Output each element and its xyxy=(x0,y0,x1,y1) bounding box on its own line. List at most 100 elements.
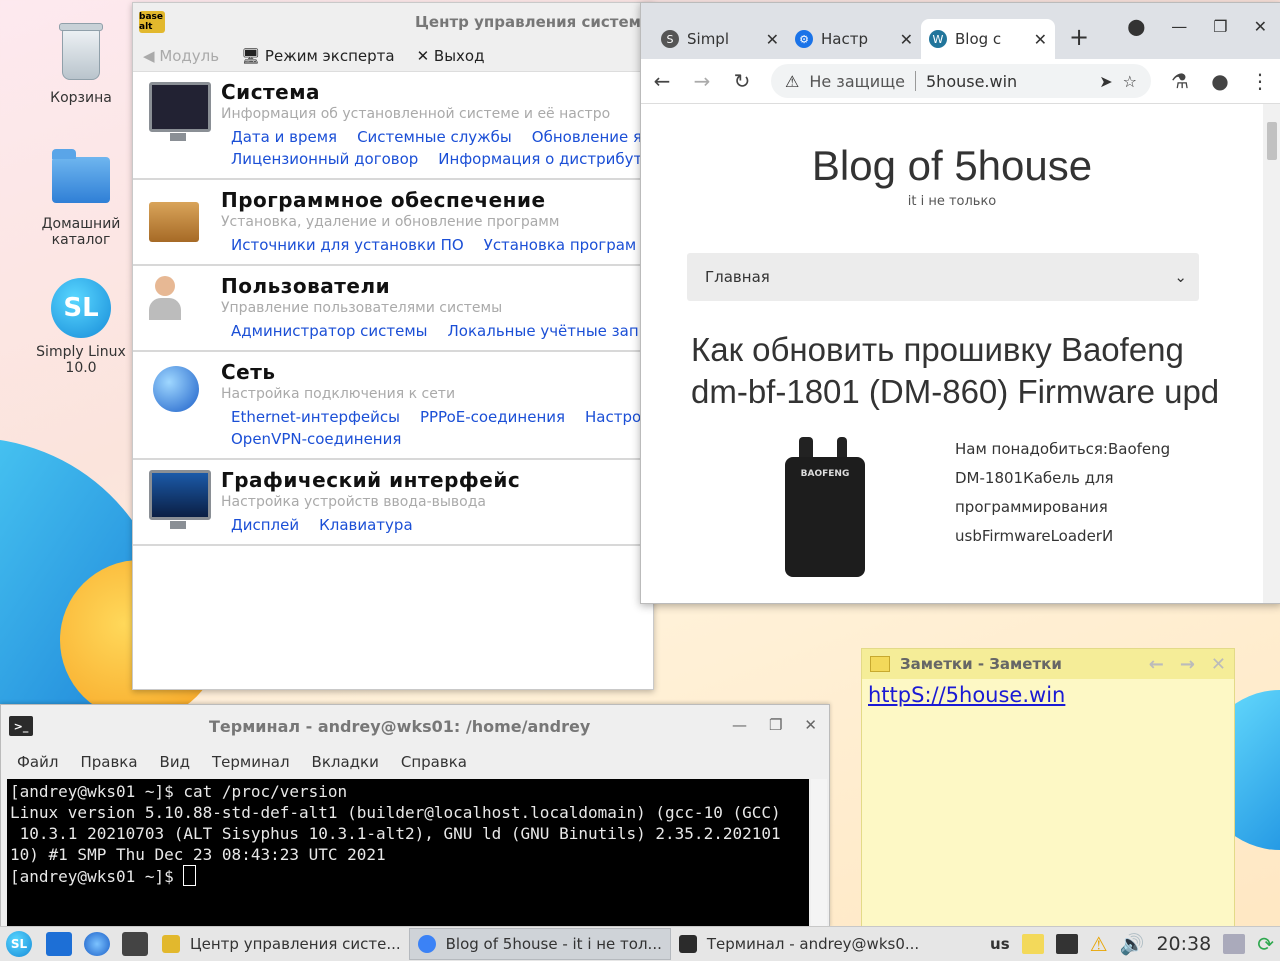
close-tab-icon[interactable]: ✕ xyxy=(766,30,779,49)
restore-icon[interactable]: ❐ xyxy=(1213,17,1227,36)
restore-icon[interactable]: ❐ xyxy=(769,716,782,734)
link-ethernet[interactable]: Ethernet-интерфейсы xyxy=(231,408,400,426)
back-arrow-icon[interactable]: ← xyxy=(651,69,673,93)
next-arrow-icon[interactable]: → xyxy=(1180,654,1195,675)
note-link[interactable]: httpS://5house.win xyxy=(862,679,1234,711)
terminal-titlebar[interactable]: >_ Терминал - andrey@wks01: /home/andrey… xyxy=(1,705,829,747)
extensions-icon[interactable]: ⚗ xyxy=(1169,69,1191,93)
menu-help[interactable]: Справка xyxy=(401,753,467,771)
module-button[interactable]: ◀ Модуль xyxy=(143,47,219,65)
desktop-icon-trash[interactable]: Корзина xyxy=(26,23,136,106)
section-title[interactable]: Система xyxy=(221,80,653,104)
terminal-output[interactable]: [andrey@wks01 ~]$ cat /proc/version Linux… xyxy=(7,779,809,927)
tab-search-icon[interactable]: ⬤ xyxy=(1127,17,1145,36)
link-system-admin[interactable]: Администратор системы xyxy=(231,322,428,340)
url-text[interactable]: 5house.win xyxy=(926,72,1017,91)
notes-titlebar[interactable]: Заметки - Заметки ← → ✕ xyxy=(862,649,1234,679)
section-title[interactable]: Программное обеспечение xyxy=(221,188,636,212)
minimize-icon[interactable]: — xyxy=(732,716,747,734)
browser-tab-strip: S Simpl ✕ ⚙ Настр ✕ W Blog c ✕ + ⬤ — ❐ ✕ xyxy=(641,3,1280,59)
tab-label: Simpl xyxy=(687,30,729,48)
terminal-scrollbar[interactable] xyxy=(811,779,827,927)
close-tab-icon[interactable]: ✕ xyxy=(900,30,913,49)
minimize-icon[interactable]: — xyxy=(1171,17,1187,36)
network-icon[interactable] xyxy=(1055,934,1078,954)
link-display[interactable]: Дисплей xyxy=(231,516,299,534)
task-terminal[interactable]: Терминал - andrey@wks0... xyxy=(671,929,927,959)
desktop-icon-simply-linux[interactable]: SL Simply Linux 10.0 xyxy=(26,278,136,376)
volume-icon[interactable]: 🔊 xyxy=(1120,932,1145,956)
menu-file[interactable]: Файл xyxy=(17,753,58,771)
browser-launcher-icon[interactable] xyxy=(84,932,110,956)
close-icon[interactable]: ✕ xyxy=(804,716,817,734)
desktop-icon-home[interactable]: Домашний каталог xyxy=(26,149,136,248)
link-system-services[interactable]: Системные службы xyxy=(357,128,512,146)
post-line: usbFirmwareLoaderИ xyxy=(955,527,1114,545)
menu-view[interactable]: Вид xyxy=(160,753,190,771)
tab-simply[interactable]: S Simpl ✕ xyxy=(653,19,787,59)
section-title[interactable]: Графический интерфейс xyxy=(221,468,520,492)
close-icon[interactable]: ✕ xyxy=(1254,17,1267,36)
site-subtitle: it і не только xyxy=(907,194,997,209)
close-icon[interactable]: ✕ xyxy=(1211,654,1226,675)
page-scrollbar[interactable] xyxy=(1263,104,1280,603)
link-install-programs[interactable]: Установка програм xyxy=(484,236,637,254)
start-menu-button[interactable]: SL xyxy=(6,931,32,957)
terminal-line: 10) #1 SMP Thu Dec 23 08:43:23 UTC 2021 xyxy=(10,845,386,864)
menu-tabs[interactable]: Вкладки xyxy=(312,753,379,771)
desktop-icon-label: Simply Linux 10.0 xyxy=(36,344,126,376)
prev-arrow-icon[interactable]: ← xyxy=(1149,654,1164,675)
profile-icon[interactable]: ● xyxy=(1209,69,1231,93)
menu-edit[interactable]: Правка xyxy=(80,753,137,771)
post-title[interactable]: Как обновить прошивку Baofeng dm-bf-1801… xyxy=(691,329,1223,413)
expert-mode-button[interactable]: 🖥 Режим эксперта xyxy=(241,47,394,65)
link-distro-info[interactable]: Информация о дистрибут xyxy=(438,150,642,168)
link-keyboard[interactable]: Клавиатура xyxy=(319,516,413,534)
section-title[interactable]: Пользователи xyxy=(221,274,639,298)
task-label: Терминал - andrey@wks0... xyxy=(706,935,920,953)
link-update[interactable]: Обновление я xyxy=(532,128,642,146)
link-local-accounts[interactable]: Локальные учётные зап xyxy=(448,322,639,340)
web-page: Blog of 5house it і не только Главная ⌄ … xyxy=(641,104,1263,603)
notes-tray-icon[interactable] xyxy=(1021,934,1044,954)
forward-arrow-icon[interactable]: → xyxy=(691,69,713,93)
link-license[interactable]: Лицензионный договор xyxy=(231,150,418,168)
warning-triangle-icon[interactable]: ⚠ xyxy=(785,72,799,91)
site-title[interactable]: Blog of 5house xyxy=(641,142,1263,190)
display-monitor-icon xyxy=(149,470,211,529)
update-icon[interactable]: ⟳ xyxy=(1257,932,1274,956)
desktop-icon-label: Корзина xyxy=(50,90,112,106)
task-browser[interactable]: Blog of 5house - it і не тол... xyxy=(408,928,671,960)
show-desktop-icon[interactable] xyxy=(46,932,72,956)
task-control-center[interactable]: Центр управления систе... xyxy=(154,929,409,959)
terminal-launcher-icon[interactable] xyxy=(122,932,148,956)
calendar-icon[interactable] xyxy=(1223,934,1246,954)
bookmark-star-icon[interactable]: ☆ xyxy=(1123,72,1137,91)
tab-settings[interactable]: ⚙ Настр ✕ xyxy=(787,19,921,59)
reload-icon[interactable]: ↻ xyxy=(731,69,753,93)
link-pppoe[interactable]: PPPoE-соединения xyxy=(420,408,565,426)
address-bar[interactable]: ⚠ Не защище 5house.win ➤ ☆ xyxy=(771,64,1151,98)
link-openvpn[interactable]: OpenVPN-соединения xyxy=(231,430,401,448)
link-date-time[interactable]: Дата и время xyxy=(231,128,337,146)
menu-terminal[interactable]: Терминал xyxy=(212,753,290,771)
menu-kebab-icon[interactable]: ⋮ xyxy=(1249,69,1271,93)
close-tab-icon[interactable]: ✕ xyxy=(1034,30,1047,49)
scrollbar-thumb[interactable] xyxy=(1267,122,1277,160)
trash-icon xyxy=(59,23,103,80)
link-network-settings[interactable]: Настро xyxy=(585,408,641,426)
site-nav-select[interactable]: Главная ⌄ xyxy=(687,253,1199,301)
browser-window-controls: ⬤ — ❐ ✕ xyxy=(1127,17,1267,36)
terminal-menubar: Файл Правка Вид Терминал Вкладки Справка xyxy=(1,747,829,777)
tab-blog[interactable]: W Blog c ✕ xyxy=(921,19,1055,59)
security-label[interactable]: Не защище xyxy=(809,72,905,91)
new-tab-button[interactable]: + xyxy=(1069,23,1089,51)
section-title[interactable]: Сеть xyxy=(221,360,651,384)
keyboard-layout[interactable]: us xyxy=(990,935,1010,953)
exit-button[interactable]: ✕ Выход xyxy=(417,47,485,65)
control-center-titlebar[interactable]: base alt Центр управления системо xyxy=(133,3,653,41)
link-software-sources[interactable]: Источники для установки ПО xyxy=(231,236,464,254)
warning-triangle-icon[interactable]: ⚠ xyxy=(1090,932,1108,956)
clock[interactable]: 20:38 xyxy=(1156,933,1211,955)
send-arrow-icon[interactable]: ➤ xyxy=(1099,72,1112,91)
